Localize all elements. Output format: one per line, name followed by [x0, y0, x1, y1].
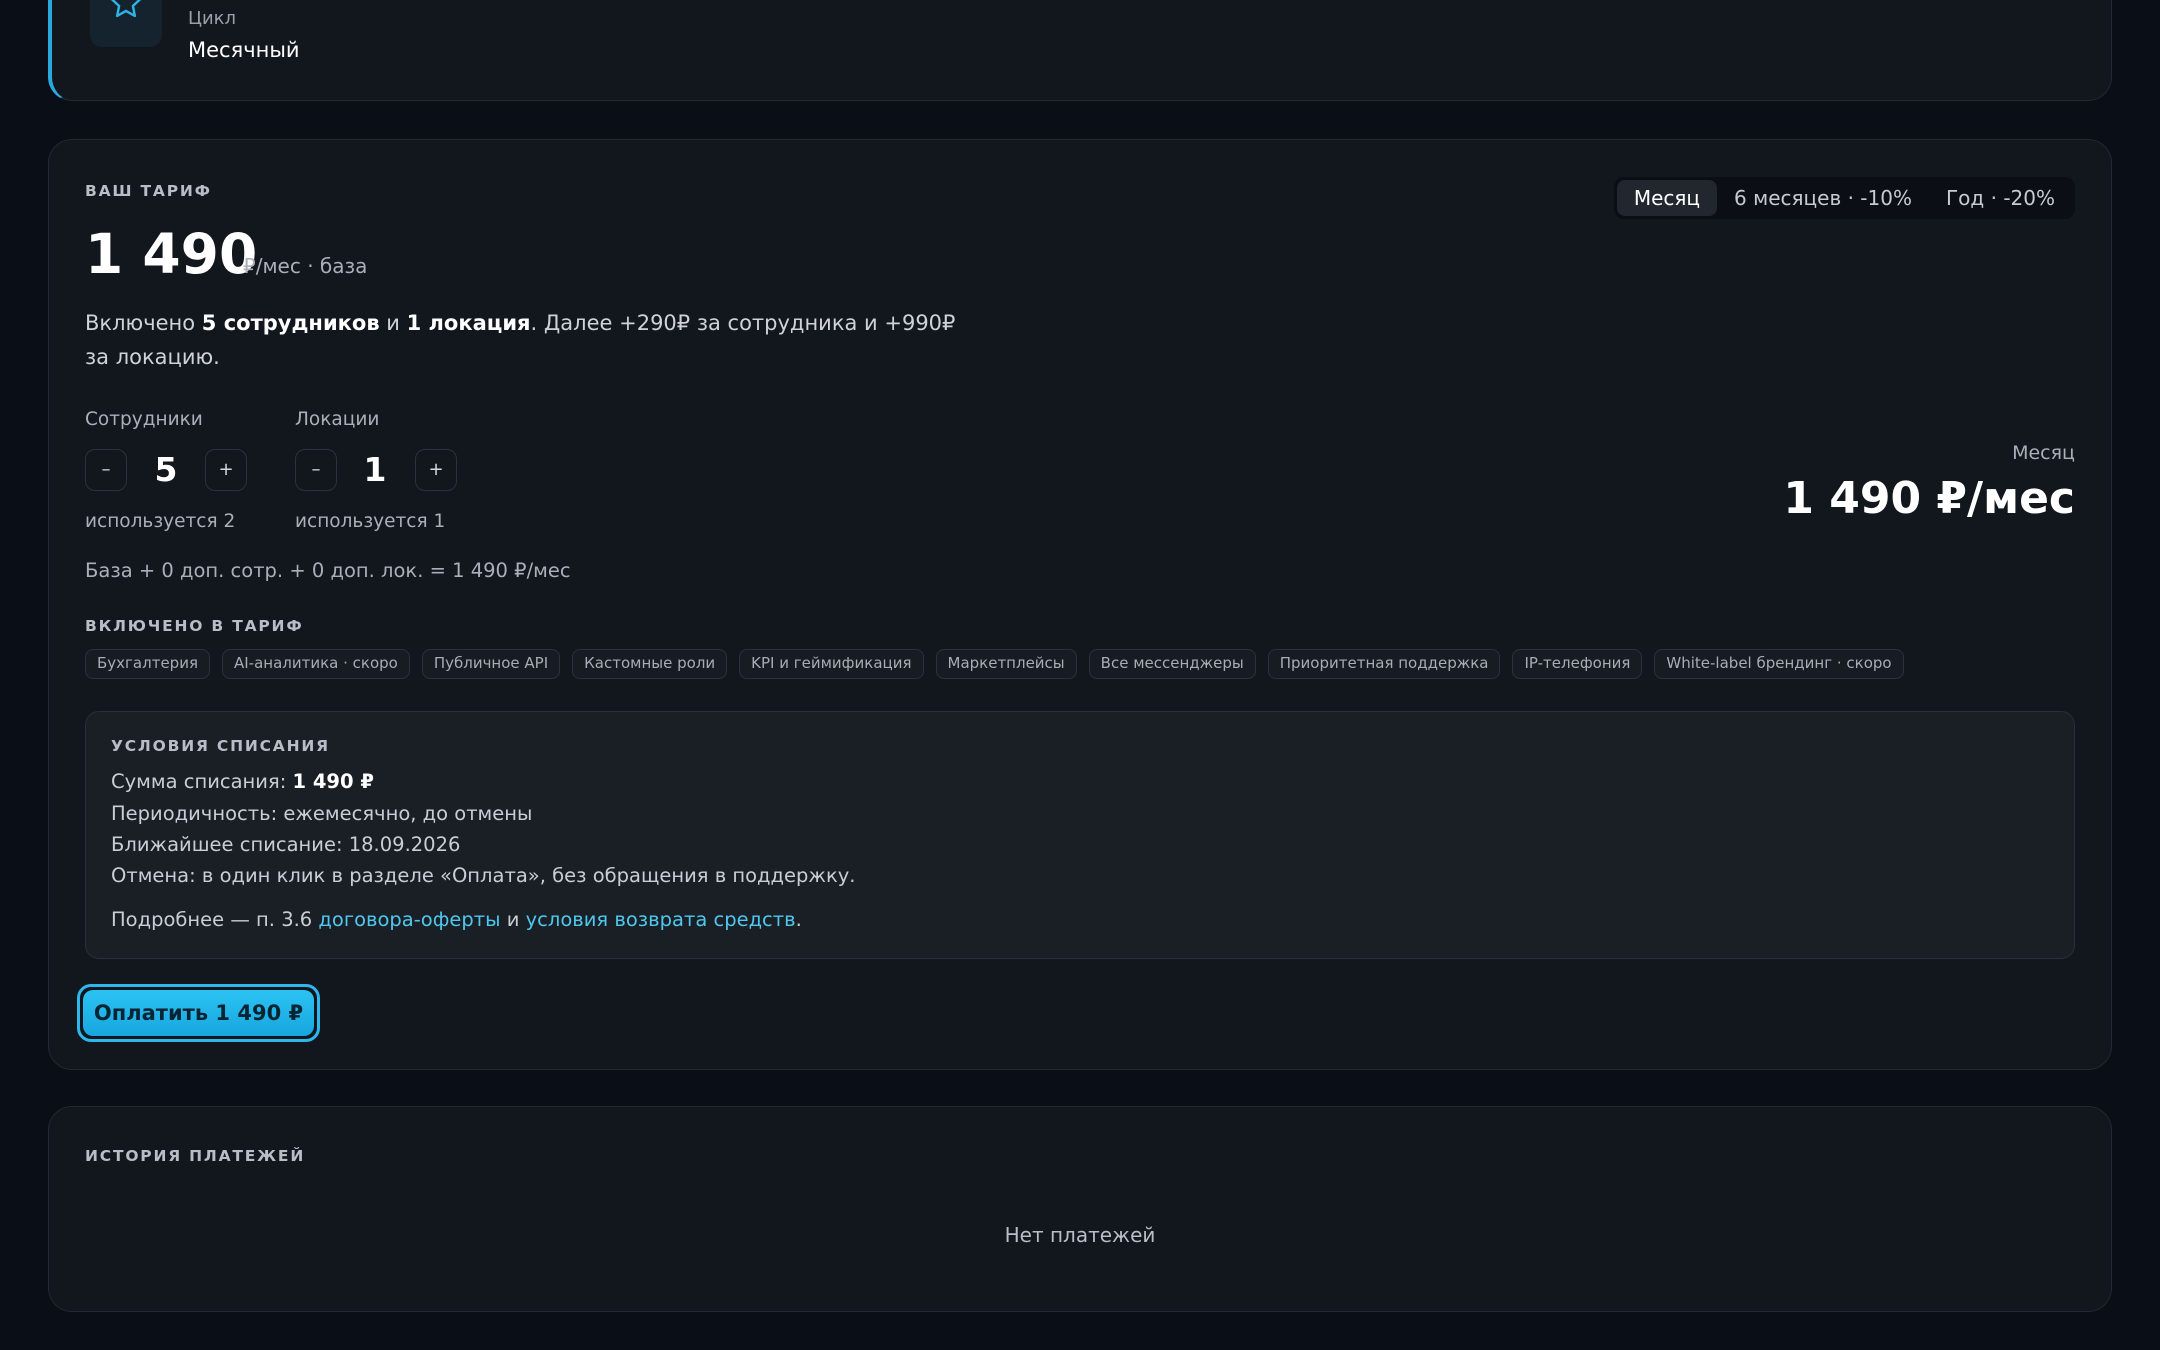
period-option-year[interactable]: Год · -20% [1929, 180, 2072, 216]
tariff-description: Включено 5 сотрудников и 1 локация. Дале… [85, 306, 965, 374]
pay-button-focus-ring: Оплатить 1 490 ₽ [77, 984, 320, 1042]
offer-link[interactable]: договора-оферты [318, 908, 500, 931]
payment-history-card: ИСТОРИЯ ПЛАТЕЖЕЙ Нет платежей [48, 1106, 2112, 1312]
feature-tag: White-label брендинг · скоро [1654, 649, 1904, 679]
total-period-label: Месяц [2012, 442, 2075, 464]
period-option-month[interactable]: Месяц [1616, 180, 1718, 216]
star-icon [110, 0, 142, 18]
period-option-6-months[interactable]: 6 месяцев · -10% [1717, 180, 1929, 216]
terms-more: Подробнее — п. 3.6 договора-оферты и усл… [111, 908, 802, 931]
locations-plus-button[interactable]: + [415, 449, 457, 491]
locations-count: 1 [363, 450, 387, 489]
billing-terms: УСЛОВИЯ СПИСАНИЯ Сумма списания: 1 490 ₽… [85, 711, 2075, 959]
desc-text: Включено [85, 311, 202, 335]
feature-tag: Маркетплейсы [935, 649, 1077, 679]
cycle-icon-box [90, 0, 162, 47]
pay-button[interactable]: Оплатить 1 490 ₽ [83, 990, 314, 1036]
feature-tag: AI-аналитика · скоро [221, 649, 410, 679]
terms-periodicity: Периодичность: ежемесячно, до отмены [111, 802, 533, 825]
employees-used: используется 2 [85, 511, 236, 532]
employees-plus-button[interactable]: + [205, 449, 247, 491]
terms-cancel: Отмена: в один клик в разделе «Оплата», … [111, 864, 856, 887]
terms-more-text: . [795, 908, 802, 931]
feature-tag: Кастомные роли [572, 649, 728, 679]
history-eyebrow: ИСТОРИЯ ПЛАТЕЖЕЙ [85, 1147, 306, 1165]
desc-text: и [379, 311, 407, 335]
terms-amount-value: 1 490 ₽ [292, 770, 374, 793]
terms-amount: Сумма списания: 1 490 ₽ [111, 770, 374, 793]
period-switcher: Месяц 6 месяцев · -10% Год · -20% [1613, 177, 2075, 219]
feature-tag: Приоритетная поддержка [1267, 649, 1501, 679]
employees-label: Сотрудники [85, 409, 203, 430]
base-price-unit: ₽/мес · база [243, 254, 368, 278]
locations-used: используется 1 [295, 511, 446, 532]
feature-tag: IP-телефония [1512, 649, 1643, 679]
terms-more-text: Подробнее — п. 3.6 [111, 908, 319, 931]
terms-next-charge: Ближайшее списание: 18.09.2026 [111, 833, 461, 856]
desc-employees: 5 сотрудников [201, 311, 380, 335]
feature-tag: Публичное API [421, 649, 561, 679]
base-price: 1 490 [85, 222, 258, 286]
terms-eyebrow: УСЛОВИЯ СПИСАНИЯ [111, 737, 330, 755]
locations-label: Локации [295, 409, 380, 430]
feature-tag: KPI и геймификация [739, 649, 924, 679]
feature-tags: Бухгалтерия AI-аналитика · скоро Публичн… [85, 649, 1904, 679]
employees-count: 5 [154, 450, 178, 489]
cycle-label: Цикл [188, 8, 237, 29]
locations-minus-button[interactable]: – [295, 449, 337, 491]
tariff-eyebrow: ВАШ ТАРИФ [85, 182, 212, 200]
terms-more-text: и [500, 908, 526, 931]
cycle-value: Месячный [188, 38, 300, 62]
terms-amount-label: Сумма списания: [111, 770, 293, 793]
desc-locations: 1 локация [406, 311, 531, 335]
feature-tag: Все мессенджеры [1088, 649, 1256, 679]
cycle-card: Цикл Месячный [48, 0, 2112, 101]
included-eyebrow: ВКЛЮЧЕНО В ТАРИФ [85, 617, 304, 635]
history-empty-state: Нет платежей [1004, 1223, 1156, 1247]
feature-tag: Бухгалтерия [85, 649, 210, 679]
refund-link[interactable]: условия возврата средств [526, 908, 796, 931]
price-formula: База + 0 доп. сотр. + 0 доп. лок. = 1 49… [85, 559, 571, 582]
tariff-card: ВАШ ТАРИФ 1 490 ₽/мес · база Включено 5 … [48, 139, 2112, 1070]
employees-minus-button[interactable]: – [85, 449, 127, 491]
total-price: 1 490 ₽/мес [1783, 473, 2075, 524]
